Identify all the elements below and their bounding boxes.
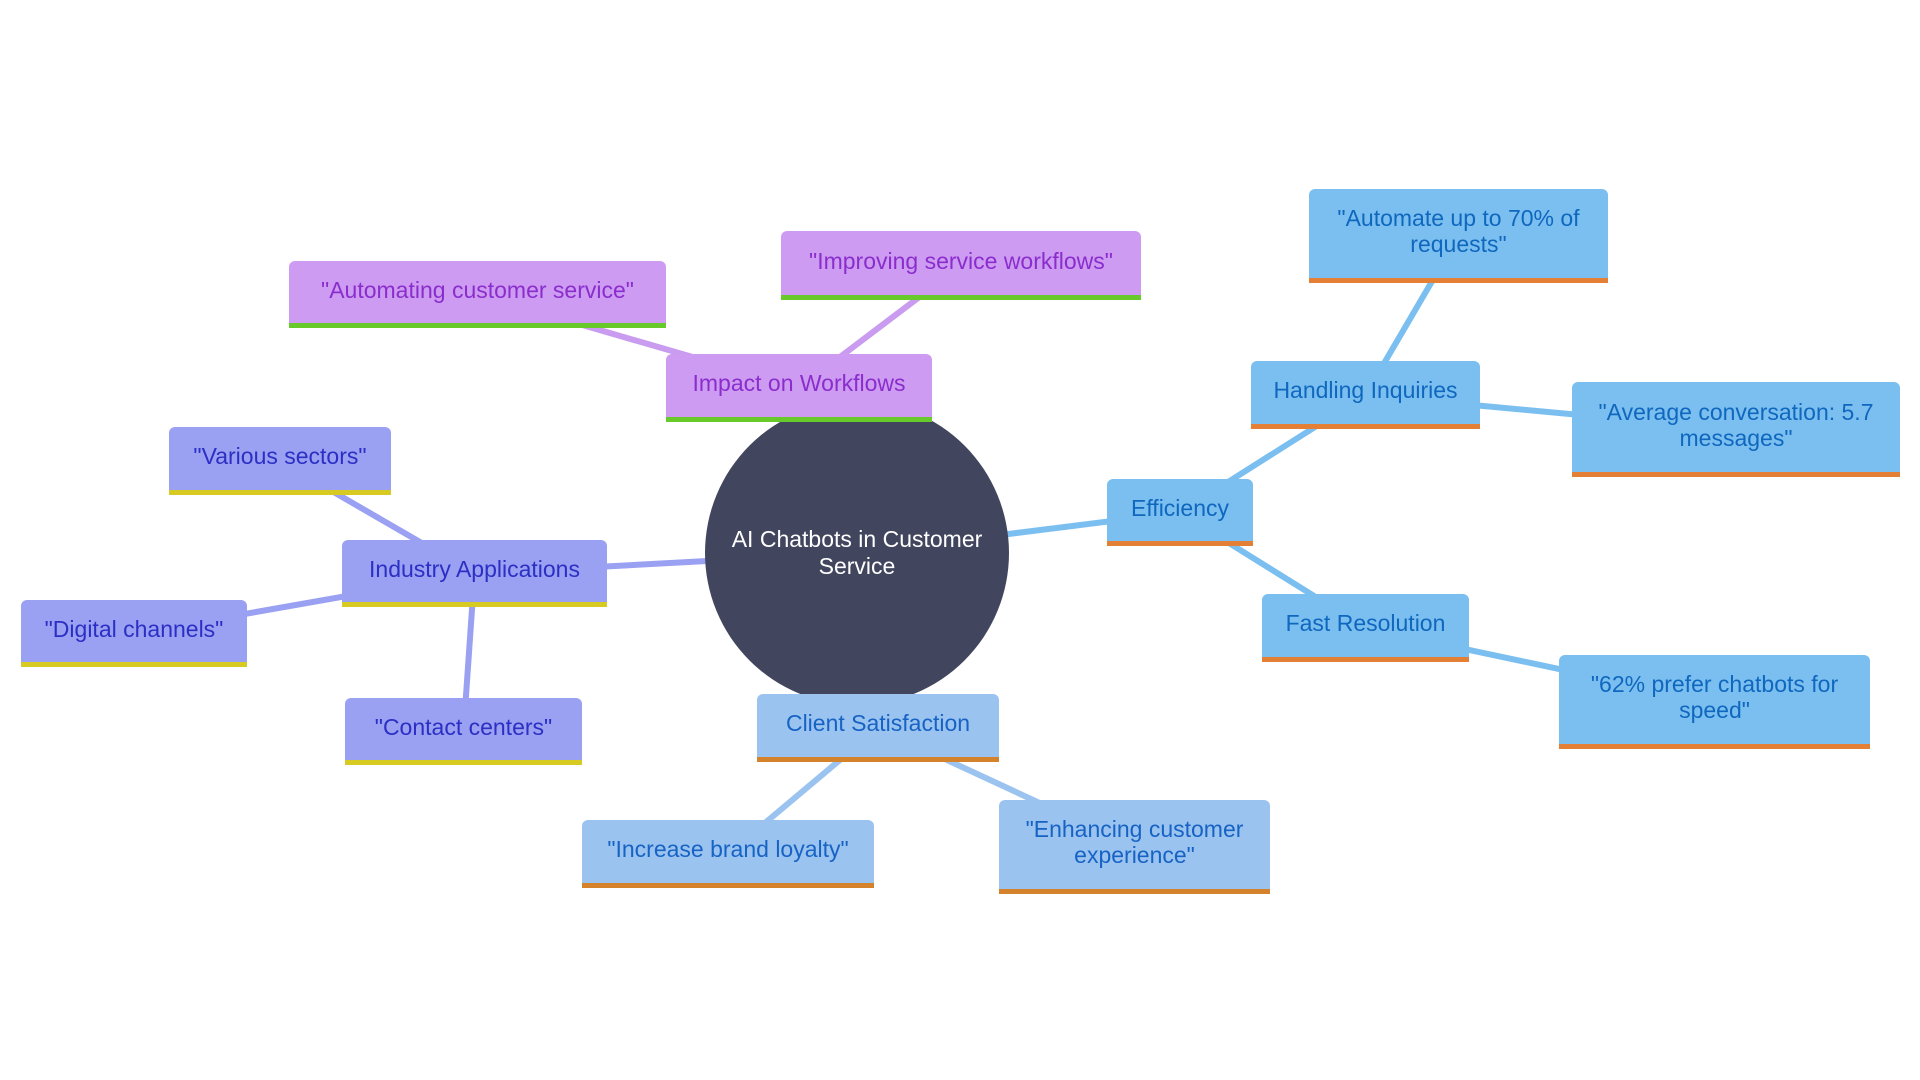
node-label: "Average conversation: 5.7 messages" <box>1598 398 1874 451</box>
node-label: "Automate up to 70% of requests" <box>1337 205 1580 257</box>
node-label: "62% prefer chatbots for speed" <box>1590 671 1839 723</box>
branch-impact-on-workflows[interactable]: Impact on Workflows <box>666 354 932 422</box>
leaf-62-percent-prefer-chatbots[interactable]: "62% prefer chatbots for speed" <box>1559 655 1870 749</box>
node-label: "Automating customer service" <box>321 276 634 303</box>
root-node[interactable]: AI Chatbots in Customer Service <box>705 401 1009 705</box>
node-label: Efficiency <box>1130 494 1229 521</box>
branch-industry-applications[interactable]: Industry Applications <box>342 540 607 607</box>
node-label: Industry Applications <box>369 555 580 582</box>
root-label: AI Chatbots in Customer Service <box>731 526 983 579</box>
leaf-automate-70-percent[interactable]: "Automate up to 70% of requests" <box>1309 189 1608 283</box>
node-label: "Improving service workflows" <box>809 247 1113 274</box>
node-label: "Contact centers" <box>374 713 553 740</box>
sub-fast-resolution[interactable]: Fast Resolution <box>1262 594 1469 662</box>
node-label: Impact on Workflows <box>692 370 906 396</box>
leaf-various-sectors[interactable]: "Various sectors" <box>169 427 391 495</box>
leaf-contact-centers[interactable]: "Contact centers" <box>345 698 582 765</box>
leaf-improving-service-workflows[interactable]: "Improving service workflows" <box>781 231 1141 300</box>
node-label: "Various sectors" <box>193 443 367 469</box>
node-label: "Enhancing customer experience" <box>1025 816 1244 868</box>
leaf-increase-brand-loyalty[interactable]: "Increase brand loyalty" <box>582 820 874 888</box>
node-label: Handling Inquiries <box>1273 377 1458 403</box>
leaf-automating-customer-service[interactable]: "Automating customer service" <box>289 261 666 328</box>
leaf-enhancing-customer-experience[interactable]: "Enhancing customer experience" <box>999 800 1270 894</box>
node-label: Fast Resolution <box>1285 610 1446 636</box>
node-label: Client Satisfaction <box>785 710 971 736</box>
node-label: "Increase brand loyalty" <box>607 836 849 862</box>
sub-handling-inquiries[interactable]: Handling Inquiries <box>1251 361 1480 429</box>
node-label: "Digital channels" <box>44 615 224 642</box>
leaf-digital-channels[interactable]: "Digital channels" <box>21 600 247 667</box>
branch-efficiency[interactable]: Efficiency <box>1107 479 1253 546</box>
leaf-average-conversation[interactable]: "Average conversation: 5.7 messages" <box>1572 382 1900 477</box>
branch-client-satisfaction[interactable]: Client Satisfaction <box>757 694 999 762</box>
